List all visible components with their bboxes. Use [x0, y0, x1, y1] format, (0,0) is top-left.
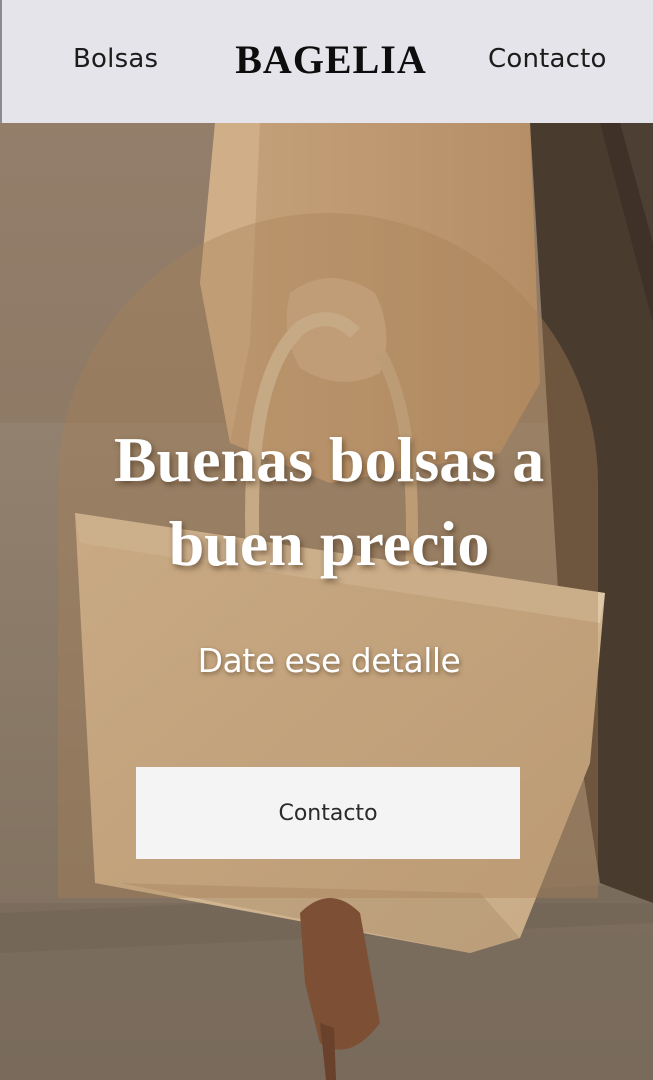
nav-link-contacto[interactable]: Contacto: [488, 44, 607, 74]
site-header: Bolsas BAGELIA Contacto: [0, 0, 653, 123]
hero-headline: Buenas bolsas a buen precio: [113, 424, 545, 579]
contact-button[interactable]: Contacto: [136, 767, 520, 859]
hero-subheadline: Date ese detalle: [197, 641, 461, 680]
hero-section: Buenas bolsas a buen precio Date ese det…: [0, 123, 653, 1080]
